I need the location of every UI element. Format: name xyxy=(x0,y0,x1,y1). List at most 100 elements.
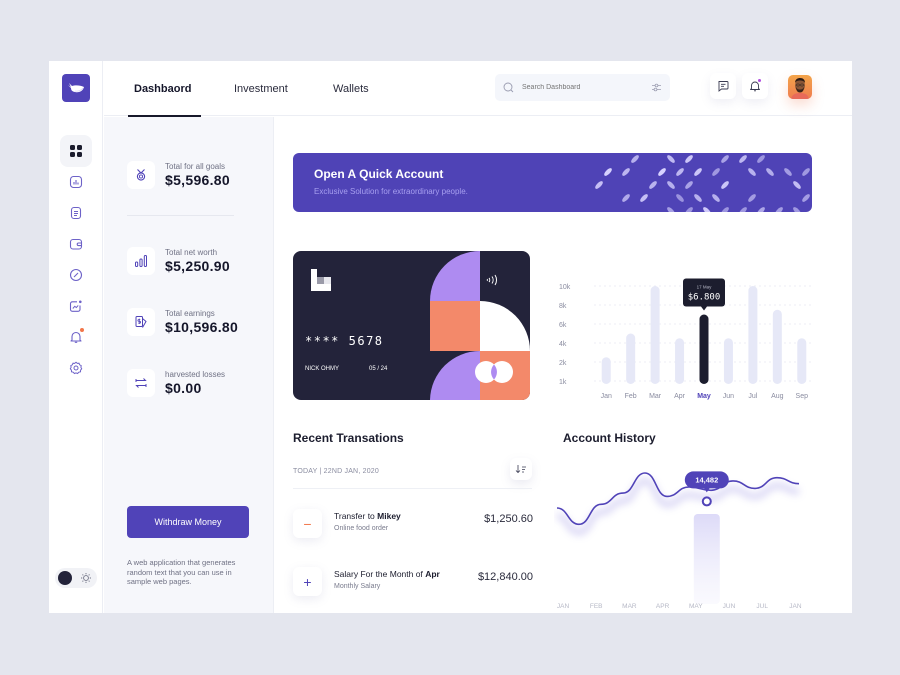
stat-value: $5,250.90 xyxy=(165,258,230,274)
x-tick-label: JAN xyxy=(557,603,570,610)
x-tick-label: JAN xyxy=(789,603,802,610)
quick-account-banner[interactable]: Open A Quick Account Exclusive Solution … xyxy=(293,153,812,212)
credit-card[interactable]: **** 5678 NICK OHMY 05 / 24 xyxy=(293,251,530,400)
bar-apr xyxy=(675,338,685,384)
x-tick-label: MAY xyxy=(689,603,703,610)
x-tick-label: FEB xyxy=(590,603,603,610)
avatar[interactable] xyxy=(788,75,812,99)
bell-icon xyxy=(70,331,82,343)
pattern-petal xyxy=(667,207,675,212)
tab-wallets[interactable]: Wallets xyxy=(333,61,369,116)
app-logo[interactable] xyxy=(62,74,90,102)
stat-icon-box xyxy=(127,247,155,275)
pattern-petal xyxy=(604,168,612,176)
chart-icon xyxy=(69,175,83,189)
pattern-petal xyxy=(784,168,792,176)
pattern-petal xyxy=(721,155,729,163)
pattern-petal xyxy=(667,155,675,163)
notification-badge xyxy=(757,78,762,83)
tab-dashboard[interactable]: Dashbaord xyxy=(127,61,203,117)
transaction-title: Transfer to Mikey xyxy=(334,511,401,521)
description-text: A web application that generates random … xyxy=(127,558,236,586)
sort-button[interactable] xyxy=(510,458,532,480)
stat-icon-box xyxy=(127,369,155,397)
line-shadow xyxy=(556,477,800,536)
transaction-title-prefix: Salary For the Month of xyxy=(334,569,426,579)
y-tick-label: 6k xyxy=(559,322,567,329)
rail-item-dashboard[interactable] xyxy=(60,135,92,167)
transaction-subtitle: Online food order xyxy=(334,525,389,532)
line-tooltip-value: 14,482 xyxy=(695,475,718,484)
x-tick-label: Mar xyxy=(649,393,662,400)
pattern-petal xyxy=(793,207,801,212)
pattern-petal xyxy=(748,168,756,176)
transaction-amount: $12,840.00 xyxy=(477,571,533,583)
search-icon xyxy=(503,82,514,93)
pattern-petal xyxy=(631,155,639,163)
bar-tooltip-pointer xyxy=(701,306,707,311)
x-tick-label: May xyxy=(697,393,711,400)
whale-icon xyxy=(68,83,84,93)
transaction-recipient: Mikey xyxy=(377,511,401,521)
dark-mode-knob xyxy=(58,571,72,585)
transaction-title-prefix: Transfer to xyxy=(334,511,378,521)
pattern-petal xyxy=(739,207,747,212)
pattern-petal xyxy=(640,194,648,202)
withdraw-money-button[interactable]: Withdraw Money xyxy=(127,506,249,538)
rail-item-explore[interactable] xyxy=(60,259,92,291)
analytics-icon xyxy=(69,300,82,312)
banner-title: Open A Quick Account xyxy=(314,167,444,181)
money-icon xyxy=(135,316,147,328)
pattern-petal xyxy=(757,207,765,212)
pattern-petal xyxy=(694,168,702,176)
summary-panel: Total for all goals $5,596.80 Total net … xyxy=(104,117,274,613)
filter-icon[interactable] xyxy=(651,82,662,93)
rail-item-documents[interactable] xyxy=(60,197,92,229)
pattern-petal xyxy=(775,207,783,212)
pattern-petal xyxy=(685,207,693,212)
pattern-petal xyxy=(703,207,711,212)
search-input[interactable] xyxy=(522,84,651,91)
minus-icon: − xyxy=(293,509,322,538)
pattern-petal xyxy=(739,155,747,163)
art-shape-white xyxy=(480,301,530,351)
bar-sep xyxy=(797,338,807,384)
stat-label: Total earnings xyxy=(165,309,215,318)
pattern-petal xyxy=(685,155,693,163)
pattern-petal xyxy=(748,194,756,202)
plus-icon: + xyxy=(293,567,322,596)
account-history-title: Account History xyxy=(563,431,656,445)
theme-toggle[interactable] xyxy=(55,568,97,588)
rail-item-wallet[interactable] xyxy=(60,228,92,260)
transaction-subtitle: Monthly Salary xyxy=(334,583,381,590)
bars-icon xyxy=(135,255,148,267)
card-geometric-art xyxy=(430,251,530,400)
tab-investment[interactable]: Investment xyxy=(234,61,288,116)
pattern-petal xyxy=(766,168,774,176)
pattern-petal xyxy=(721,207,729,212)
pattern-petal xyxy=(721,181,729,189)
banner-subtitle: Exclusive Solution for extraordinary peo… xyxy=(314,187,468,196)
wallet-icon xyxy=(69,238,83,250)
card-expiry: 05 / 24 xyxy=(369,366,388,372)
rail-item-reports[interactable] xyxy=(60,166,92,198)
rail-item-settings[interactable] xyxy=(60,352,92,384)
bar-aug xyxy=(772,309,782,384)
y-tick-label: 2k xyxy=(559,360,567,367)
transaction-row[interactable]: + Salary For the Month of Apr Monthly Sa… xyxy=(293,567,533,599)
notifications-button[interactable] xyxy=(742,73,768,99)
y-tick-label: 8k xyxy=(559,303,567,310)
transaction-amount: $1,250.60 xyxy=(484,513,533,525)
stat-label: Total for all goals xyxy=(165,162,226,171)
pattern-petal xyxy=(793,181,801,189)
rail-item-analytics[interactable] xyxy=(60,290,92,322)
stat-label: harvested losses xyxy=(165,370,226,379)
tooltip-value: $6.800 xyxy=(688,293,721,303)
highlight-point xyxy=(701,496,712,507)
messages-button[interactable] xyxy=(710,73,736,99)
bar-mar xyxy=(650,286,660,384)
transaction-row[interactable]: − Transfer to Mikey Online food order $1… xyxy=(293,509,533,541)
rail-item-notifications[interactable] xyxy=(60,321,92,353)
x-tick-label: APR xyxy=(656,603,670,610)
stat-icon-box xyxy=(127,161,155,189)
